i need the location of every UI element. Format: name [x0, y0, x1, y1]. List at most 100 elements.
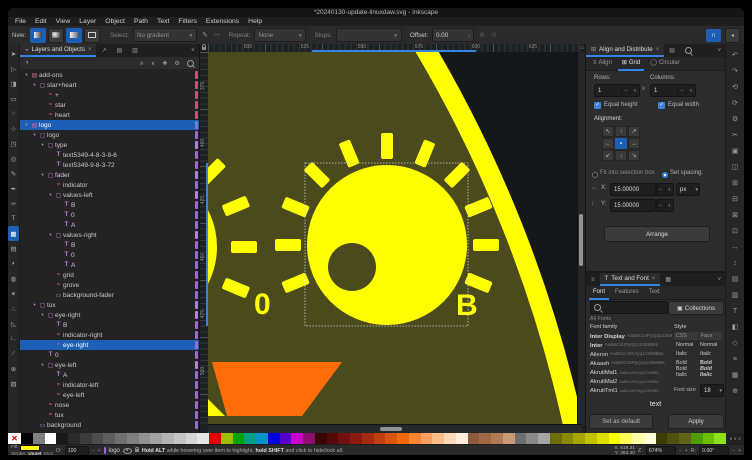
palette-swatch-13[interactable]: [174, 433, 186, 444]
expander-icon[interactable]: ▾: [47, 232, 54, 238]
layer-color-chip[interactable]: [195, 381, 198, 389]
display-mode-icon[interactable]: ▭: [579, 44, 585, 52]
layer-color-chip[interactable]: [195, 351, 198, 359]
font-item[interactable]: InterAaBbCcIiPpQq12369$€£.: [590, 341, 672, 350]
rotation-spinbox[interactable]: 0.00°: [699, 446, 729, 456]
expander-icon[interactable]: ▾: [31, 132, 38, 138]
palette-swatch-35[interactable]: [432, 433, 444, 444]
detach-dialog-icon[interactable]: ↗: [96, 47, 111, 54]
layer-row-eye-right[interactable]: ▾▢eye-right: [20, 310, 199, 320]
palette-swatch-41[interactable]: [503, 433, 515, 444]
stops-dropdown[interactable]: ▼: [336, 28, 402, 42]
y-spinner-buttons[interactable]: − +: [656, 199, 674, 212]
layer-row-A[interactable]: TA: [20, 220, 199, 230]
apply-button[interactable]: Apply: [668, 414, 724, 429]
layer-row-indicator[interactable]: ≈indicator: [20, 180, 199, 190]
layer-lock-icon[interactable]: [135, 449, 139, 452]
palette-swatch-46[interactable]: [562, 433, 574, 444]
collections-button[interactable]: ▣ Collections: [668, 301, 724, 315]
layer-color-chip[interactable]: [195, 71, 198, 79]
font-item[interactable]: AkrutiTml1AaBbCcIiPpQq12369$€£.: [590, 386, 672, 395]
subtab-circular[interactable]: ◯Circular: [646, 57, 683, 71]
layer-row-B[interactable]: TB: [20, 320, 199, 330]
palette-swatch-6[interactable]: [92, 433, 104, 444]
eraser-tool[interactable]: ◺: [8, 316, 19, 331]
alignment-cell-2[interactable]: ↗: [628, 126, 640, 137]
connector-tool[interactable]: ∟: [8, 331, 19, 346]
layer-row-star+heart[interactable]: ▾▢star+heart: [20, 80, 199, 90]
palette-swatch-9[interactable]: [127, 433, 139, 444]
expander-icon[interactable]: ▾: [47, 192, 54, 198]
tab-text-and-font[interactable]: T Text and Font ×: [600, 273, 661, 286]
rotation-plus-button[interactable]: +: [738, 448, 741, 454]
tab-align-and-distribute[interactable]: ⊞ Align and Distribute ×: [586, 44, 664, 57]
spinner-arrows-icon[interactable]: ↕: [468, 33, 470, 38]
fill-stroke-indicator[interactable]: Fill: Stroke:Unset15.0: [11, 445, 53, 456]
palette-swatch-5[interactable]: [80, 433, 92, 444]
close-icon[interactable]: ×: [656, 47, 660, 53]
palette-menu-icon[interactable]: ≡: [738, 437, 741, 441]
measure-tool[interactable]: ∕: [8, 346, 19, 361]
menu-text[interactable]: Text: [157, 18, 169, 25]
palette-swatch-44[interactable]: [538, 433, 550, 444]
mesh-tool[interactable]: ▤: [8, 241, 19, 256]
layer-color-chip[interactable]: [195, 281, 198, 289]
layer-color-chip[interactable]: [195, 361, 198, 369]
insert-stop-icon[interactable]: ⊕: [478, 31, 486, 39]
layer-color-chip[interactable]: [195, 331, 198, 339]
palette-swatch-40[interactable]: [491, 433, 503, 444]
palette-swatch-20[interactable]: [256, 433, 268, 444]
layer-row-heart[interactable]: ≈heart: [20, 110, 199, 120]
layer-row-nose[interactable]: ≈nose: [20, 400, 199, 410]
swatch-tab-icon[interactable]: ▦: [660, 276, 676, 283]
minus-button[interactable]: −: [621, 88, 630, 94]
zoom-plus-button[interactable]: +: [685, 448, 688, 454]
layer-row-logo[interactable]: ▾▤logo: [20, 120, 199, 130]
rotation-minus-button[interactable]: −: [732, 448, 735, 454]
palette-swatch-25[interactable]: [315, 433, 327, 444]
pencil-tool[interactable]: ✎: [8, 166, 19, 181]
node-tool[interactable]: ▷: [8, 61, 19, 76]
palette-swatch-23[interactable]: [291, 433, 303, 444]
add-layer-icon[interactable]: ✚: [162, 60, 167, 67]
layer-row-B[interactable]: TB: [20, 240, 199, 250]
palette-swatch-45[interactable]: [550, 433, 562, 444]
horizontal-scrollbar-thumb[interactable]: [380, 427, 402, 431]
zoom-in-icon[interactable]: ⊞: [726, 175, 744, 191]
fit-selection-radio[interactable]: [592, 172, 598, 178]
font-search-input[interactable]: [590, 301, 668, 314]
zoom-page-icon[interactable]: ⊡: [726, 223, 744, 239]
layer-color-chip[interactable]: [195, 191, 198, 199]
plus-button[interactable]: +: [630, 88, 639, 94]
menu-layer[interactable]: Layer: [79, 18, 96, 25]
palette-swatch-58[interactable]: [703, 433, 715, 444]
zoom-out-icon[interactable]: ⊟: [726, 191, 744, 207]
alignment-cell-1[interactable]: ↑: [615, 126, 627, 137]
settings-gear-icon[interactable]: ⚙: [726, 111, 744, 127]
spiral-tool[interactable]: ◎: [8, 151, 19, 166]
layer-row-indicator-left[interactable]: ≈indicator-left: [20, 380, 199, 390]
palette-swatch-15[interactable]: [197, 433, 209, 444]
layer-row-values-left[interactable]: ▾▢values-left: [20, 190, 199, 200]
layer-row-grove[interactable]: ≈grove: [20, 280, 199, 290]
layer-color-chip[interactable]: [195, 171, 198, 179]
shape-builder-tool[interactable]: ◨: [8, 76, 19, 91]
horizontal-scrollbar[interactable]: [208, 424, 582, 433]
palette-swatch-42[interactable]: [515, 433, 527, 444]
palette-swatch-36[interactable]: [444, 433, 456, 444]
lock-guides-icon[interactable]: [202, 47, 206, 50]
star-tool[interactable]: ☆: [8, 121, 19, 136]
layer-color-chip[interactable]: [195, 111, 198, 119]
gradient-fill-button[interactable]: [66, 28, 82, 43]
palette-swatch-49[interactable]: [597, 433, 609, 444]
alignment-cell-0[interactable]: ↖: [602, 126, 614, 137]
canvas-viewport[interactable]: 0B: [208, 52, 581, 425]
palette-swatch-17[interactable]: [221, 433, 233, 444]
text-dialog-icon[interactable]: T: [726, 303, 744, 319]
expander-icon[interactable]: ▾: [23, 122, 30, 128]
subtab-align[interactable]: ≡Align: [589, 57, 616, 71]
palette-swatch-51[interactable]: [620, 433, 632, 444]
value-label-0[interactable]: 0: [254, 288, 271, 321]
knob-tick[interactable]: [473, 239, 499, 251]
menu-help[interactable]: Help: [248, 18, 262, 25]
